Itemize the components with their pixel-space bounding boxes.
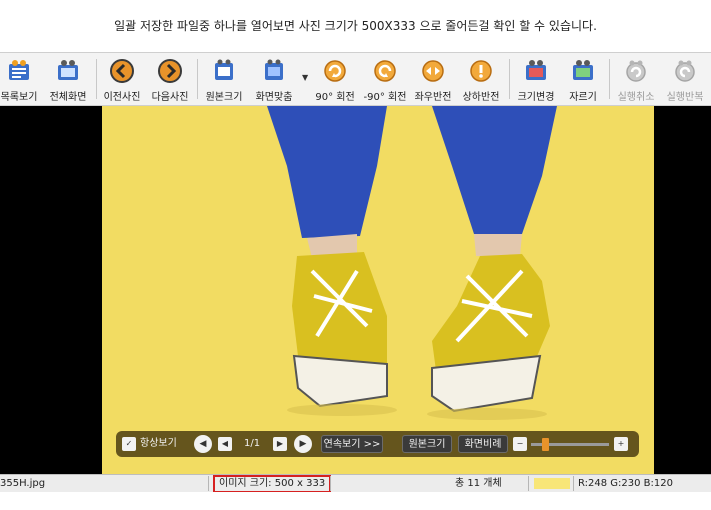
displayed-photo bbox=[102, 106, 654, 474]
next-page-icon[interactable]: ▶ bbox=[273, 437, 287, 451]
rotate-minus-90-button[interactable]: -90° 회전 bbox=[360, 55, 410, 103]
crop-button[interactable]: 자르기 bbox=[560, 55, 606, 103]
pixel-color-swatch bbox=[534, 478, 570, 489]
undo-button[interactable]: 실행취소 bbox=[612, 55, 660, 103]
redo-icon bbox=[675, 60, 695, 82]
original-size-ctrl-button[interactable]: 원본크기 bbox=[402, 435, 452, 453]
previous-photo-button[interactable]: 이전사진 bbox=[99, 55, 145, 103]
resize-button[interactable]: 크기변경 bbox=[512, 55, 560, 103]
always-view-label: 항상보기 bbox=[140, 438, 177, 449]
status-divider bbox=[330, 476, 331, 491]
list-view-icon bbox=[9, 60, 29, 80]
previous-arrow-icon bbox=[110, 59, 134, 83]
fullscreen-icon bbox=[58, 60, 78, 80]
original-size-button[interactable]: 원본크기 bbox=[200, 55, 248, 103]
rotate-90-button[interactable]: 90° 회전 bbox=[312, 55, 358, 103]
next-arrow-icon bbox=[158, 59, 182, 83]
zoom-out-icon[interactable]: − bbox=[513, 437, 527, 451]
status-filename: 355H.jpg bbox=[0, 478, 46, 489]
toolbar-separator bbox=[197, 59, 198, 99]
toolbar-separator bbox=[96, 59, 97, 99]
flip-horizontal-button[interactable]: 좌우반전 bbox=[410, 55, 456, 103]
viewer-control-bar: ✓ 항상보기 ◀ ◀ 1/1 ▶ ▶ 연속보기 >> 원본크기 화면비례 − + bbox=[116, 431, 639, 457]
zoom-slider-handle[interactable] bbox=[542, 438, 549, 451]
fullscreen-button[interactable]: 전체화면 bbox=[44, 55, 92, 103]
status-rgb-value: R:248 G:230 B:120 bbox=[578, 478, 673, 489]
status-divider bbox=[528, 476, 529, 491]
page-bottom-margin bbox=[0, 492, 711, 510]
slideshow-button[interactable]: 연속보기 >> bbox=[321, 435, 383, 453]
resize-icon bbox=[526, 60, 546, 80]
first-page-icon[interactable]: ◀ bbox=[194, 435, 212, 453]
page-indicator: 1/1 bbox=[244, 438, 261, 449]
toolbar-separator bbox=[609, 59, 610, 99]
always-view-checkbox[interactable]: ✓ bbox=[122, 437, 136, 451]
fit-screen-dropdown-icon[interactable]: ▼ bbox=[302, 73, 308, 82]
next-photo-button[interactable]: 다음사진 bbox=[147, 55, 193, 103]
redo-button[interactable]: 실행반복 bbox=[660, 55, 710, 103]
screen-ratio-button[interactable]: 화면비례 bbox=[458, 435, 508, 453]
zoom-in-icon[interactable]: + bbox=[614, 437, 628, 451]
rotate-cw-icon bbox=[324, 60, 346, 82]
fit-screen-icon bbox=[265, 59, 283, 80]
flip-vertical-icon bbox=[470, 60, 492, 82]
toolbar-separator bbox=[509, 59, 510, 99]
instruction-caption: 일괄 저장한 파일중 하나를 열어보면 사진 크기가 500X333 으로 줄어… bbox=[114, 19, 597, 33]
undo-icon bbox=[626, 60, 646, 82]
list-view-button[interactable]: 목록보기 bbox=[0, 55, 44, 103]
rotate-ccw-icon bbox=[374, 60, 396, 82]
flip-horizontal-icon bbox=[422, 60, 444, 82]
image-viewer-area[interactable]: ✓ 항상보기 ◀ ◀ 1/1 ▶ ▶ 연속보기 >> 원본크기 화면비례 − + bbox=[0, 106, 711, 474]
status-image-size: 이미지 크기: 500 x 333 bbox=[213, 475, 332, 493]
status-divider bbox=[573, 476, 574, 491]
fit-screen-button[interactable]: 화면맞춤 bbox=[250, 55, 298, 103]
status-total-count: 총 11 개체 bbox=[455, 478, 502, 489]
viewer-toolbar: 목록보기 전체화면 이전사진 다음사진 원본크기 화면맞춤 ▼ 90° 회전 -… bbox=[0, 52, 711, 106]
status-bar: 355H.jpg 이미지 크기: 500 x 333 총 11 개체 R:248… bbox=[0, 474, 711, 493]
photo-legs-sneakers bbox=[102, 106, 654, 474]
flip-vertical-button[interactable]: 상하반전 bbox=[458, 55, 504, 103]
crop-icon bbox=[573, 60, 593, 80]
status-divider bbox=[208, 476, 209, 491]
last-page-icon[interactable]: ▶ bbox=[294, 435, 312, 453]
original-size-icon bbox=[215, 59, 233, 80]
previous-page-icon[interactable]: ◀ bbox=[218, 437, 232, 451]
